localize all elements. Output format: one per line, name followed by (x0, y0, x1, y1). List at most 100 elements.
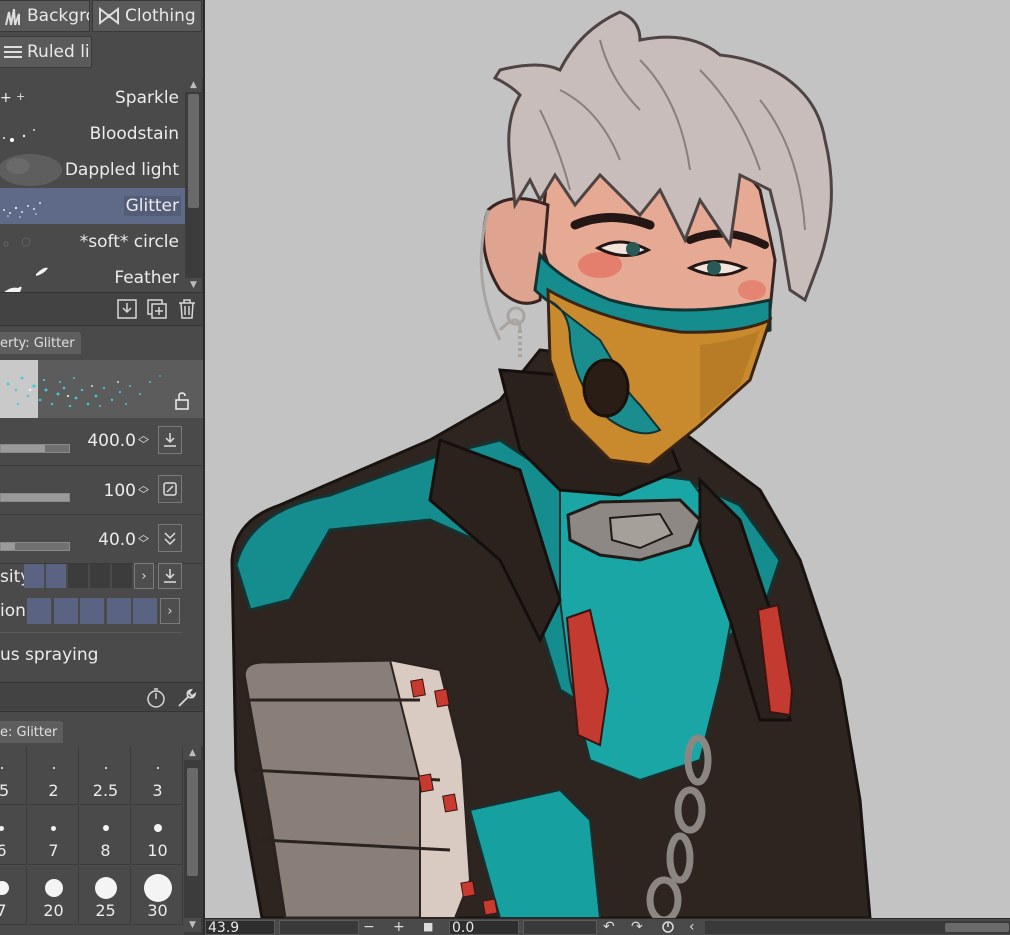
grass-icon (5, 8, 20, 26)
brush-item-dappled-light[interactable]: Dappled light (0, 152, 185, 188)
brush-stroke-preview (3, 202, 41, 218)
spin-arrows[interactable]: ︿ ﹀ (138, 480, 149, 500)
rotate-right-button[interactable]: ↷ (631, 919, 643, 935)
brush-stroke-preview (3, 237, 31, 247)
double-check-icon (164, 532, 176, 546)
scroll-up-arrow[interactable]: ▲ (184, 746, 201, 760)
brush-size-cell[interactable]: 6 (0, 806, 27, 865)
brush-size-scrollbar[interactable]: ▲ ▼ (184, 746, 203, 935)
brush-size-cell[interactable]: 2 (28, 746, 79, 805)
direction-expand-button[interactable]: › (160, 598, 180, 624)
material-tab-label: Backgro (27, 6, 90, 26)
brush-size-label: 10 (147, 841, 168, 860)
brush-size-slider[interactable] (0, 444, 70, 453)
brush-size-label: 30 (147, 901, 168, 920)
drawing-canvas[interactable] (205, 0, 1010, 918)
brush-size-cell[interactable]: 2.5 (80, 746, 131, 805)
brush-size-tab[interactable]: e: Glitter (0, 721, 64, 743)
brush-size-cell[interactable]: 3 (132, 746, 183, 805)
scroll-down-arrow[interactable]: ▼ (185, 278, 202, 292)
dial-icon[interactable] (145, 687, 167, 709)
scroll-up-arrow[interactable]: ▲ (185, 78, 202, 92)
add-copy-icon[interactable] (146, 298, 168, 320)
brush-size-label: 7 (48, 841, 59, 860)
direction-cell[interactable] (133, 598, 157, 624)
brush-size-cell[interactable]: 25 (80, 866, 131, 925)
brush-item-feather[interactable]: Feather (0, 260, 185, 296)
zoom-value-field[interactable]: 43.9 (205, 920, 275, 935)
scroll-down-arrow[interactable]: ▼ (184, 918, 201, 932)
brush-size-cell[interactable]: 7 (0, 866, 27, 925)
spin-arrows[interactable]: ︿ ﹀ (138, 430, 149, 450)
direction-cell[interactable] (80, 598, 104, 624)
brush-size-cell[interactable]: 30 (132, 866, 183, 925)
scroll-thumb[interactable] (187, 768, 198, 876)
rotation-slider[interactable] (523, 920, 597, 935)
material-tab-background[interactable]: Backgro (0, 0, 90, 32)
direction-cell[interactable] (106, 598, 131, 624)
brush-size-grid: .5 2 2.5 3 6 7 8 10 7 20 25 30 (0, 746, 184, 935)
opacity-value[interactable]: 100 (78, 481, 136, 501)
brush-size-dot (0, 767, 3, 769)
brush-size-action-button[interactable] (158, 426, 182, 454)
density-cell[interactable] (90, 564, 110, 588)
trash-icon[interactable] (176, 298, 198, 320)
rotate-left-button[interactable]: ↶ (603, 919, 615, 935)
brush-size-cell[interactable]: .5 (0, 746, 27, 805)
direction-cell[interactable] (53, 598, 78, 624)
fit-view-button[interactable]: ■ (423, 919, 433, 935)
continuous-spraying-label[interactable]: us spraying (0, 645, 98, 665)
density-cell[interactable] (68, 564, 88, 588)
density-action-button[interactable] (158, 563, 182, 589)
zoom-slider[interactable] (279, 920, 359, 935)
density-expand-button[interactable]: › (134, 563, 154, 589)
brush-size-label: 20 (43, 901, 64, 920)
flip-button[interactable]: ‹ (689, 919, 695, 935)
material-tab-clothing[interactable]: Clothing (92, 0, 202, 32)
density-cell[interactable] (112, 564, 132, 588)
slider-fill (1, 543, 15, 550)
lock-icon[interactable] (174, 392, 190, 410)
brush-size-cell[interactable]: 8 (80, 806, 131, 865)
particle-size-slider[interactable] (0, 542, 70, 551)
tool-property-tab[interactable]: erty: Glitter (0, 332, 81, 354)
scroll-thumb[interactable] (945, 923, 1009, 932)
sub-tool-panel: Backgro Clothing Ruled lir + + Sparkle Bl… (0, 0, 205, 935)
wrench-icon[interactable] (176, 687, 198, 709)
brush-size-value[interactable]: 400.0 (78, 431, 136, 451)
brush-size-label: 3 (152, 781, 163, 800)
brush-size-label: 2 (48, 781, 59, 800)
scroll-thumb[interactable] (188, 94, 199, 208)
reset-rotation-icon[interactable] (661, 920, 675, 934)
opacity-action-button[interactable] (158, 475, 182, 503)
particle-size-value[interactable]: 40.0 (78, 530, 136, 550)
brush-size-cell[interactable]: 20 (28, 866, 79, 925)
download-icon (164, 569, 176, 583)
zoom-in-button[interactable]: + (393, 919, 405, 935)
particle-size-action-button[interactable] (158, 524, 182, 552)
divider (0, 632, 182, 633)
brush-item-soft-circle[interactable]: *soft* circle (0, 224, 185, 260)
density-cell[interactable] (46, 564, 66, 588)
brush-size-label: .5 (0, 781, 27, 800)
brush-size-cell[interactable]: 10 (132, 806, 183, 865)
brush-item-bloodstain[interactable]: Bloodstain (0, 116, 185, 152)
rotation-value-field[interactable]: 0.0 (449, 920, 519, 935)
material-tab-ruled-lines[interactable]: Ruled lir (0, 36, 92, 68)
opacity-slider[interactable] (0, 493, 70, 502)
brush-list-scrollbar[interactable]: ▲ ▼ (185, 78, 203, 292)
brush-size-cell[interactable]: 7 (28, 806, 79, 865)
zoom-out-button[interactable]: − (363, 919, 375, 935)
brush-size-dot (51, 825, 56, 831)
direction-cell[interactable] (27, 598, 51, 624)
brush-size-dot (102, 825, 109, 831)
download-icon[interactable] (116, 298, 138, 320)
brush-item-glitter[interactable]: Glitter (0, 188, 185, 224)
lines-icon (4, 46, 22, 58)
spin-arrows[interactable]: ︿ ﹀ (138, 529, 149, 549)
brush-item-sparkle[interactable]: + + Sparkle (0, 80, 185, 116)
horizontal-scrollbar[interactable] (705, 921, 1010, 934)
density-cell[interactable] (24, 564, 44, 588)
brush-list-action-bar (0, 292, 203, 326)
brush-size-label: 6 (0, 841, 27, 860)
